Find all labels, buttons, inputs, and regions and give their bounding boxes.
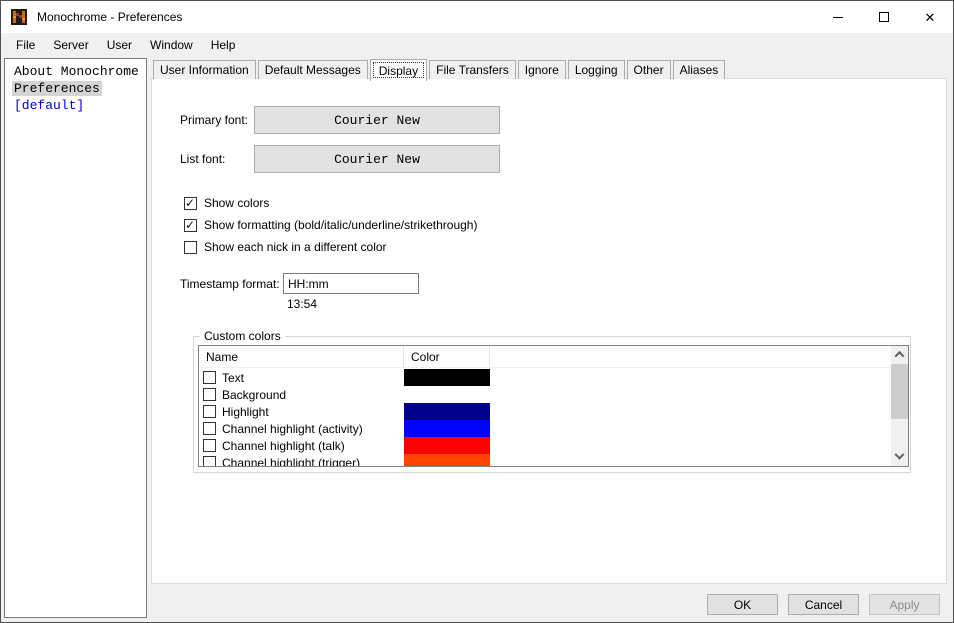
nick-color-checkbox[interactable]: [184, 240, 197, 254]
tab-aliases[interactable]: Aliases: [672, 60, 726, 79]
sidebar-item-about[interactable]: About Monochrome: [5, 64, 146, 81]
color-row-channel-talk-checkbox[interactable]: [203, 439, 216, 452]
tab-other[interactable]: Other: [626, 60, 671, 79]
color-swatch[interactable]: [404, 454, 490, 466]
preferences-tabstrip: User Information Default Messages Displa…: [153, 58, 727, 81]
color-swatch[interactable]: [404, 403, 490, 420]
tab-display[interactable]: Display: [369, 59, 428, 81]
show-colors-checkbox[interactable]: [184, 196, 197, 210]
list-font-label: List font:: [180, 152, 226, 166]
timestamp-format-input[interactable]: [283, 273, 419, 294]
tab-default-messages[interactable]: Default Messages: [257, 60, 368, 79]
maximize-icon: [879, 12, 889, 22]
tab-file-transfers[interactable]: File Transfers: [429, 60, 516, 79]
custom-colors-title: Custom colors: [200, 329, 285, 343]
show-colors-row: Show colors: [184, 196, 269, 210]
timestamp-format-label: Timestamp format:: [180, 277, 280, 291]
display-tab-page: Primary font: Courier New List font: Cou…: [151, 78, 947, 584]
tab-logging[interactable]: Logging: [567, 60, 625, 79]
custom-colors-list: Name Color Text Background Highlight Cha…: [198, 345, 909, 467]
tab-user-information[interactable]: User Information: [153, 60, 256, 79]
color-row-highlight-checkbox[interactable]: [203, 405, 216, 418]
color-swatch[interactable]: [404, 437, 490, 454]
show-formatting-checkbox[interactable]: [184, 218, 197, 232]
chevron-down-icon: [894, 449, 905, 460]
app-icon: [11, 9, 27, 25]
primary-font-label: Primary font:: [180, 113, 249, 127]
preferences-sidebar: About Monochrome Preferences [default]: [4, 58, 147, 618]
sidebar-item-default[interactable]: [default]: [5, 98, 146, 115]
menu-user[interactable]: User: [98, 34, 141, 56]
close-icon: ✕: [924, 9, 936, 25]
close-button[interactable]: ✕: [907, 1, 953, 33]
maximize-button[interactable]: [861, 1, 907, 33]
color-row-text[interactable]: Text: [199, 369, 891, 386]
color-swatch[interactable]: [404, 420, 490, 437]
show-formatting-row: Show formatting (bold/italic/underline/s…: [184, 218, 477, 232]
color-row-text-checkbox[interactable]: [203, 371, 216, 384]
menu-window[interactable]: Window: [141, 34, 202, 56]
scrollbar-thumb[interactable]: [891, 364, 908, 419]
list-rows: Text Background Highlight Channel highli…: [199, 369, 891, 466]
list-header: Name Color: [199, 346, 891, 368]
window-controls: ✕: [815, 1, 953, 33]
color-row-channel-trigger-checkbox[interactable]: [203, 456, 216, 466]
minimize-button[interactable]: [815, 1, 861, 33]
color-row-channel-trigger[interactable]: Channel highlight (trigger): [199, 454, 891, 466]
cancel-button[interactable]: Cancel: [788, 594, 859, 615]
color-row-background-checkbox[interactable]: [203, 388, 216, 401]
menu-server[interactable]: Server: [44, 34, 97, 56]
nick-color-label: Show each nick in a different color: [204, 240, 387, 254]
color-row-background[interactable]: Background: [199, 386, 891, 403]
column-header-color[interactable]: Color: [404, 346, 490, 367]
menu-bar: File Server User Window Help: [1, 33, 953, 57]
show-formatting-label: Show formatting (bold/italic/underline/s…: [204, 218, 478, 232]
nick-color-row: Show each nick in a different color: [184, 240, 387, 254]
color-swatch[interactable]: [404, 386, 490, 403]
menu-help[interactable]: Help: [202, 34, 245, 56]
window-title: Monochrome - Preferences: [37, 10, 183, 24]
preferences-window: Monochrome - Preferences ✕ File Server U…: [0, 0, 954, 623]
list-font-button[interactable]: Courier New: [254, 145, 500, 173]
timestamp-preview: 13:54: [287, 297, 318, 311]
vertical-scrollbar[interactable]: [891, 346, 908, 466]
scroll-down-button[interactable]: [891, 449, 908, 466]
ok-button[interactable]: OK: [707, 594, 778, 615]
color-row-channel-talk[interactable]: Channel highlight (talk): [199, 437, 891, 454]
color-row-channel-activity-checkbox[interactable]: [203, 422, 216, 435]
scroll-up-button[interactable]: [891, 346, 908, 363]
column-header-name[interactable]: Name: [199, 346, 404, 367]
color-row-highlight[interactable]: Highlight: [199, 403, 891, 420]
minimize-icon: [833, 16, 843, 18]
color-row-channel-activity[interactable]: Channel highlight (activity): [199, 420, 891, 437]
menu-file[interactable]: File: [7, 34, 44, 56]
color-swatch[interactable]: [404, 369, 490, 386]
sidebar-item-preferences[interactable]: Preferences: [5, 81, 146, 98]
show-colors-label: Show colors: [204, 196, 270, 210]
tab-ignore[interactable]: Ignore: [517, 60, 566, 79]
title-bar: Monochrome - Preferences ✕: [1, 1, 953, 33]
primary-font-button[interactable]: Courier New: [254, 106, 500, 134]
custom-colors-groupbox: Custom colors Name Color Text Background: [193, 329, 911, 473]
apply-button[interactable]: Apply: [869, 594, 940, 615]
chevron-up-icon: [894, 350, 905, 361]
